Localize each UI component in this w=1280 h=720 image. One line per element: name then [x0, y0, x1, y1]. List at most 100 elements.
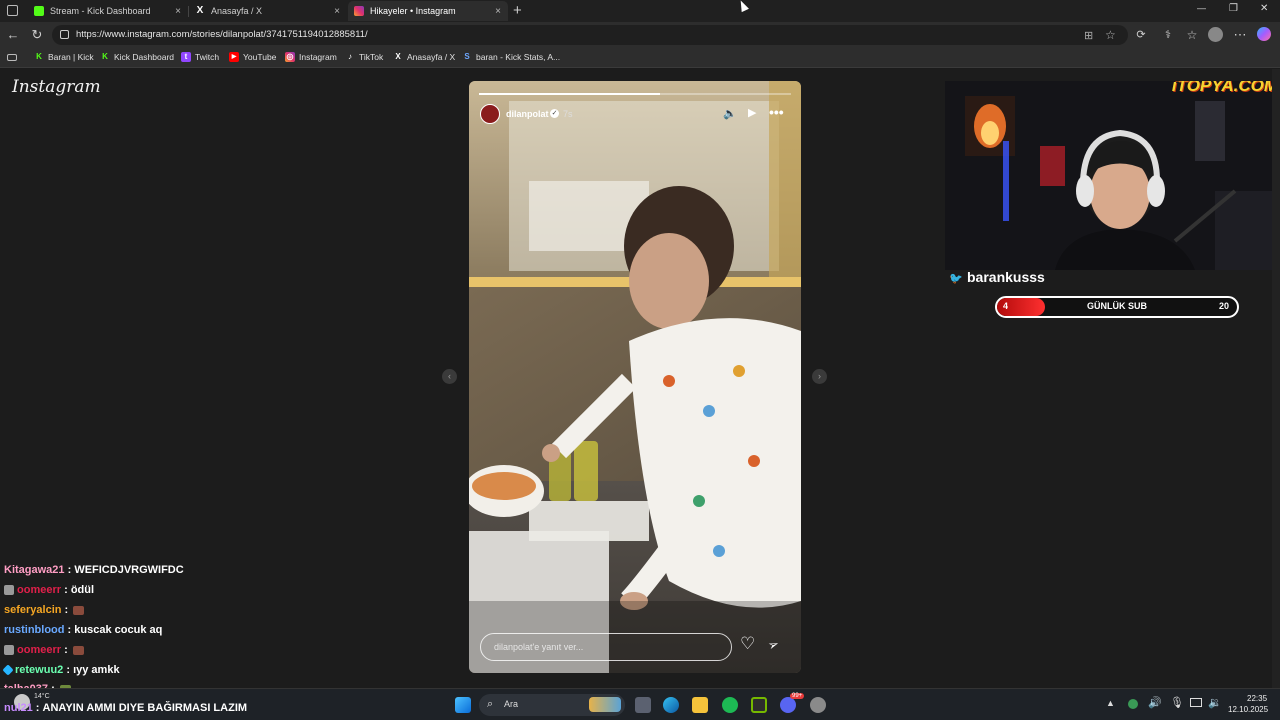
- tab-close-icon[interactable]: ×: [172, 6, 184, 17]
- instagram-icon: ◎: [285, 52, 295, 62]
- bookmark-x-home[interactable]: X Anasayfa / X: [393, 52, 455, 62]
- speaker-icon[interactable]: 🔉: [1208, 696, 1222, 709]
- play-icon[interactable]: ▶: [748, 106, 756, 119]
- bookmark-kick-dashboard[interactable]: K Kick Dashboard: [100, 52, 174, 62]
- page-scrollbar[interactable]: [1272, 69, 1280, 688]
- network-icon[interactable]: [1190, 698, 1202, 707]
- chat-message: seferyalcin :: [4, 604, 85, 616]
- copilot-icon[interactable]: [1257, 27, 1271, 41]
- taskbar-search[interactable]: ⌕ Ara: [479, 694, 625, 716]
- back-icon[interactable]: ←: [5, 27, 21, 43]
- reply-input[interactable]: dilanpolat'e yanıt ver...: [480, 633, 732, 661]
- chat-badge-icon: [2, 664, 14, 676]
- tab-close-icon[interactable]: ×: [492, 6, 504, 17]
- maximize-button[interactable]: ❐: [1229, 3, 1238, 14]
- story-author-avatar[interactable]: [480, 104, 500, 124]
- mute-icon[interactable]: 🔈: [723, 107, 737, 120]
- bookmark-label: TikTok: [359, 52, 384, 62]
- bookmark-twitch[interactable]: t Twitch: [181, 52, 219, 62]
- bookmarks-menu-icon[interactable]: [7, 54, 17, 61]
- chat-emote-icon: [73, 605, 85, 615]
- chat-text: ödül: [70, 584, 95, 596]
- tray-chevron-icon[interactable]: ▲: [1106, 698, 1115, 708]
- story-progress-bar: [479, 93, 791, 95]
- tab-x-home[interactable]: X Anasayfa / X ×: [189, 1, 347, 21]
- nvidia-icon[interactable]: [751, 697, 767, 713]
- windows-start-icon[interactable]: [455, 697, 471, 713]
- reply-placeholder: dilanpolat'e yanıt ver...: [494, 642, 584, 652]
- chat-message: oomeerr : ödül: [4, 584, 94, 596]
- chat-text: kuscak cocuk aq: [74, 624, 163, 636]
- like-heart-icon[interactable]: ♡: [740, 634, 755, 654]
- profile-avatar[interactable]: [1208, 27, 1223, 42]
- story-viewer[interactable]: dilanpolat ✓ 7s 🔈 ▶ ••• dilanpolat'e yan…: [469, 81, 801, 673]
- more-menu-icon[interactable]: ⋯: [1232, 27, 1248, 43]
- weather-temperature: 14°C: [34, 693, 50, 700]
- tab-bar: Stream - Kick Dashboard × X Anasayfa / X…: [0, 0, 1280, 22]
- app-icon[interactable]: [810, 697, 826, 713]
- search-label: Ara: [504, 699, 519, 709]
- sub-goal-bar: 4 GÜNLÜK SUB 20: [995, 296, 1239, 318]
- webcam-overlay: iTOPYA.COM: [945, 81, 1280, 270]
- volume-icon[interactable]: 🔊: [1148, 696, 1162, 709]
- tab-label: Anasayfa / X: [211, 6, 263, 16]
- refresh-icon[interactable]: ↻: [29, 27, 45, 43]
- kick-icon: [34, 6, 44, 16]
- file-explorer-icon[interactable]: [692, 697, 708, 713]
- minimize-button[interactable]: —: [1197, 3, 1206, 13]
- discord-notification-badge: 99+: [790, 693, 805, 699]
- microphone-icon[interactable]: 🎙: [1170, 696, 1184, 709]
- page-info-icon[interactable]: [60, 30, 69, 39]
- sub-goal-label: GÜNLÜK SUB: [1087, 301, 1147, 311]
- tab-close-icon[interactable]: ×: [331, 6, 343, 17]
- kick-icon: K: [102, 52, 108, 61]
- edge-icon[interactable]: [663, 697, 679, 713]
- tab-label: Hikayeler • Instagram: [370, 6, 456, 16]
- spotify-icon[interactable]: [722, 697, 738, 713]
- bookmark-tiktok[interactable]: ♪ TikTok: [345, 52, 383, 62]
- extensions-icon[interactable]: ⟳: [1133, 27, 1149, 43]
- browser-essentials-icon[interactable]: ⚕: [1160, 27, 1176, 43]
- tray-app-icon[interactable]: [1128, 699, 1138, 709]
- chat-username: oomeerr: [17, 584, 62, 596]
- favorite-star-icon[interactable]: ☆: [1105, 28, 1116, 42]
- bookmark-label: Twitch: [195, 52, 220, 62]
- bookmark-label: Baran | Kick: [48, 52, 94, 62]
- new-tab-button[interactable]: +: [513, 2, 522, 19]
- story-progress-fill: [479, 93, 660, 95]
- tab-instagram-stories[interactable]: Hikayeler • Instagram ×: [348, 1, 508, 21]
- clock-date[interactable]: 12.10.2025: [1228, 705, 1268, 714]
- bookmark-youtube[interactable]: ▶ YouTube: [229, 52, 276, 62]
- x-icon: X: [395, 52, 401, 61]
- chat-username: retewuu2: [15, 664, 64, 676]
- chat-message: Kitagawa21 : WEFICDJVRGWIFDC: [4, 564, 184, 576]
- tab-kick-dashboard[interactable]: Stream - Kick Dashboard ×: [28, 1, 189, 21]
- verified-badge-icon: ✓: [550, 109, 559, 118]
- chat-username: nul21: [4, 702, 33, 714]
- app-icon[interactable]: ⊞: [1084, 29, 1093, 42]
- webcam-feed: [945, 81, 1280, 270]
- bookmark-baran-kick[interactable]: K Baran | Kick: [34, 52, 94, 62]
- chat-username: oomeerr: [17, 644, 62, 656]
- bookmark-kick-stats[interactable]: S baran - Kick Stats, A...: [462, 52, 560, 62]
- url-text: https://www.instagram.com/stories/dilanp…: [76, 29, 368, 40]
- windows-taskbar: 14°C nul21 : ANAYIN AMMI DIYE BAĞIRMASI …: [0, 688, 1280, 720]
- story-username[interactable]: dilanpolat: [506, 109, 549, 119]
- bookmark-instagram[interactable]: ◎ Instagram: [285, 52, 337, 62]
- previous-story-button[interactable]: ‹: [442, 369, 457, 384]
- search-highlight-icon: [589, 697, 621, 712]
- url-field[interactable]: https://www.instagram.com/stories/dilanp…: [52, 25, 1128, 45]
- tab-actions-icon[interactable]: [7, 5, 18, 16]
- close-window-button[interactable]: ✕: [1260, 3, 1268, 14]
- task-view-icon[interactable]: [635, 697, 651, 713]
- sub-goal-target: 20: [1218, 301, 1229, 311]
- clock-time[interactable]: 22:35: [1247, 694, 1267, 703]
- tab-label: Stream - Kick Dashboard: [50, 6, 151, 16]
- chat-overlay-last-line: nul21 : ANAYIN AMMI DIYE BAĞIRMASI LAZIM: [4, 702, 248, 714]
- more-options-icon[interactable]: •••: [769, 104, 784, 120]
- next-story-button[interactable]: ›: [812, 369, 827, 384]
- discord-icon[interactable]: [780, 697, 796, 713]
- favorites-icon[interactable]: ☆: [1184, 27, 1200, 43]
- x-icon: X: [196, 5, 204, 16]
- instagram-logo[interactable]: Instagram: [12, 77, 101, 97]
